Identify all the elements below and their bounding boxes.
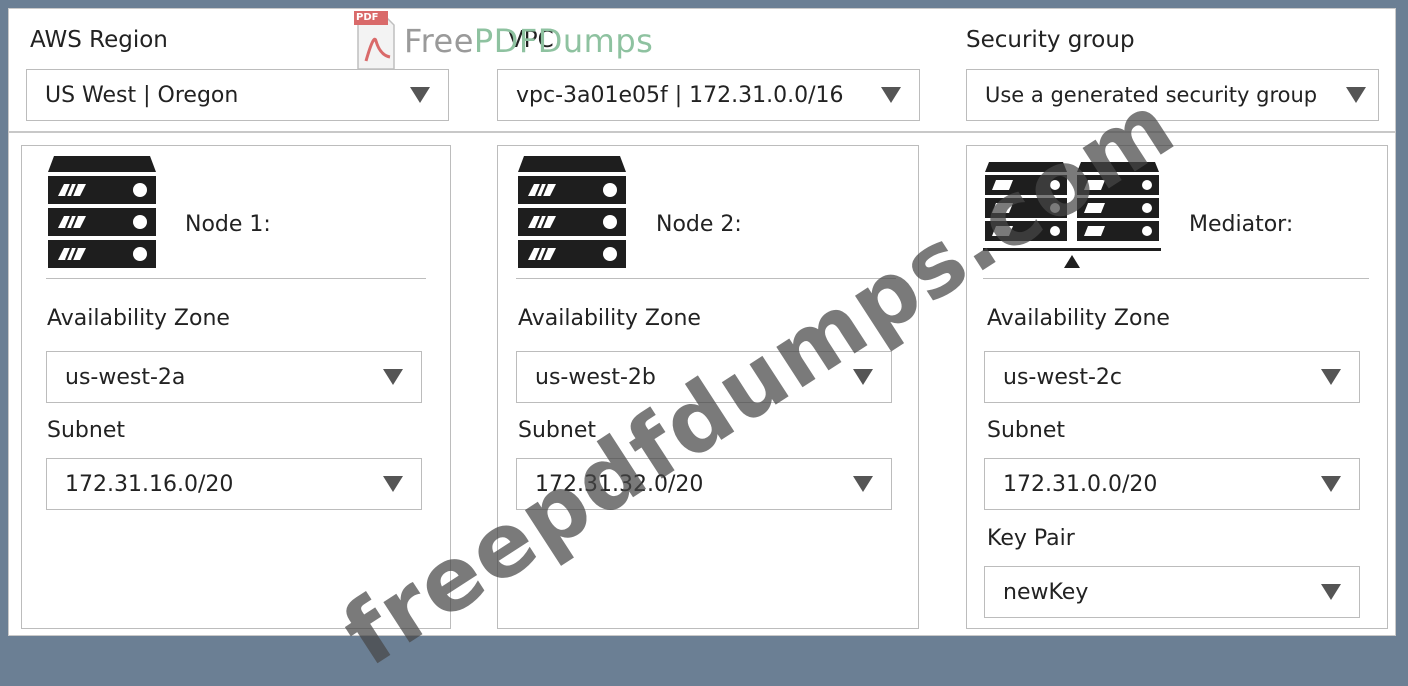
mediator-title: Mediator: xyxy=(1189,212,1294,237)
pdf-file-icon: PDF xyxy=(354,11,398,71)
node-1-panel: Node 1: Availability Zone us-west-2a Sub… xyxy=(21,145,451,629)
vpc-value: vpc-3a01e05f | 172.31.0.0/16 xyxy=(516,82,844,108)
node-1-az-label: Availability Zone xyxy=(47,306,230,331)
vpc-select[interactable]: vpc-3a01e05f | 172.31.0.0/16 xyxy=(497,69,920,121)
node-1-title: Node 1: xyxy=(185,212,271,237)
mediator-subnet-value: 172.31.0.0/20 xyxy=(1003,471,1158,497)
mediator-divider xyxy=(983,278,1369,279)
triangle-down-icon xyxy=(853,476,873,492)
aws-region-select[interactable]: US West | Oregon xyxy=(26,69,449,121)
triangle-down-icon xyxy=(1321,476,1341,492)
aws-region-value: US West | Oregon xyxy=(45,82,239,108)
triangle-down-icon xyxy=(1321,584,1341,600)
watermark-brand: FreePDFDumps xyxy=(404,22,653,60)
node-1-subnet-label: Subnet xyxy=(47,418,125,443)
triangle-down-icon xyxy=(881,87,901,103)
node-2-az-label: Availability Zone xyxy=(518,306,701,331)
config-frame: AWS Region US West | Oregon VPC vpc-3a01… xyxy=(8,8,1396,686)
triangle-down-icon xyxy=(383,476,403,492)
node-1-az-value: us-west-2a xyxy=(65,364,186,390)
triangle-down-icon xyxy=(1321,369,1341,385)
triangle-down-icon xyxy=(410,87,430,103)
node-1-subnet-select[interactable]: 172.31.16.0/20 xyxy=(46,458,422,510)
node-1-az-select[interactable]: us-west-2a xyxy=(46,351,422,403)
mediator-az-value: us-west-2c xyxy=(1003,364,1122,390)
security-group-value: Use a generated security group xyxy=(985,83,1318,107)
header-divider xyxy=(9,131,1395,133)
node-1-subnet-value: 172.31.16.0/20 xyxy=(65,471,234,497)
watermark-brand-gray: Free xyxy=(404,22,474,60)
triangle-down-icon xyxy=(383,369,403,385)
server-stack-icon xyxy=(518,156,626,268)
watermark-logo: PDF FreePDFDumps xyxy=(354,11,653,71)
mediator-keypair-select[interactable]: newKey xyxy=(984,566,1360,618)
mediator-keypair-value: newKey xyxy=(1003,579,1089,605)
mediator-keypair-label: Key Pair xyxy=(987,526,1075,551)
aws-region-label: AWS Region xyxy=(30,27,168,53)
triangle-down-icon xyxy=(1346,87,1366,103)
mediator-az-label: Availability Zone xyxy=(987,306,1170,331)
watermark-brand-green: PDFDumps xyxy=(473,22,654,60)
mediator-az-select[interactable]: us-west-2c xyxy=(984,351,1360,403)
pdf-badge-text: PDF xyxy=(356,12,379,23)
server-stack-icon xyxy=(48,156,156,268)
node-2-title: Node 2: xyxy=(656,212,742,237)
mediator-subnet-select[interactable]: 172.31.0.0/20 xyxy=(984,458,1360,510)
security-group-select[interactable]: Use a generated security group xyxy=(966,69,1379,121)
node-1-divider xyxy=(46,278,426,279)
security-group-label: Security group xyxy=(966,27,1135,53)
mediator-subnet-label: Subnet xyxy=(987,418,1065,443)
